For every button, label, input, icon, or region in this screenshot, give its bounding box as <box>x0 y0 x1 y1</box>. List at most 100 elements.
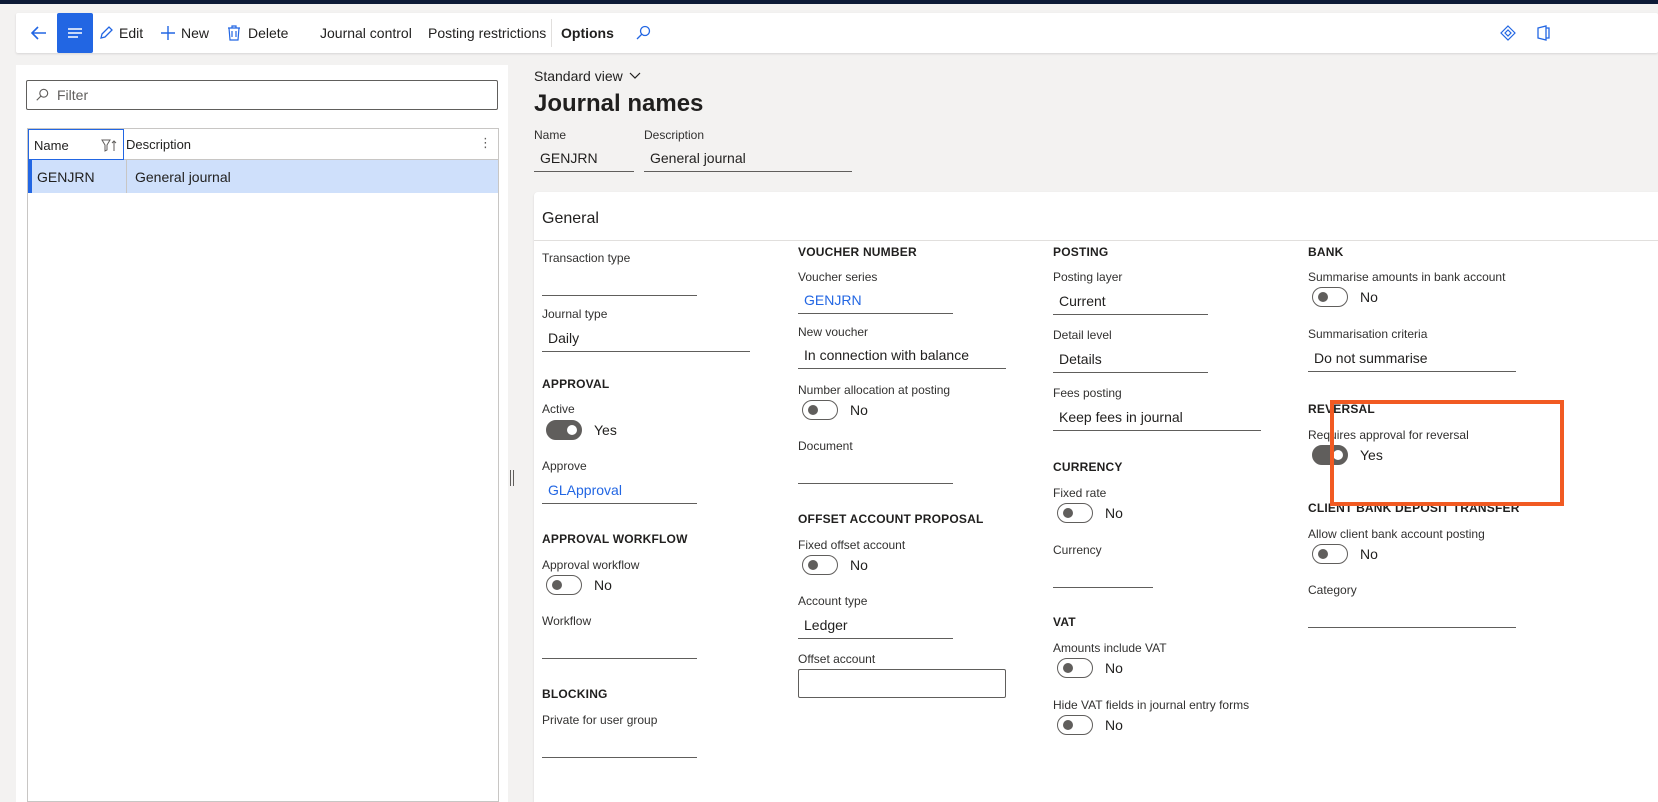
row-description: General journal <box>135 169 231 185</box>
action-pane: Edit New Delete Journal control Posting … <box>16 13 1658 53</box>
transaction-type-field[interactable] <box>542 270 697 296</box>
new-button[interactable]: New <box>160 13 209 53</box>
pane-splitter[interactable] <box>510 470 514 486</box>
options-label: Options <box>561 25 614 41</box>
list-view-button[interactable] <box>57 13 93 53</box>
posting-restrictions-button[interactable]: Posting restrictions <box>428 13 546 53</box>
trash-icon <box>228 25 240 41</box>
posting-layer-field[interactable]: Current <box>1053 289 1208 315</box>
new-voucher-field[interactable]: In connection with balance <box>798 343 1006 369</box>
account-type-label: Account type <box>798 594 868 608</box>
detail-level-field[interactable]: Details <box>1053 347 1208 373</box>
summarise-toggle[interactable]: No <box>1312 287 1378 307</box>
action-divider <box>551 19 552 47</box>
private-field[interactable] <box>542 732 697 758</box>
back-arrow-icon <box>30 26 46 40</box>
amounts-vat-toggle[interactable]: No <box>1057 658 1123 678</box>
office-button[interactable] <box>1536 13 1550 53</box>
hide-vat-toggle[interactable]: No <box>1057 715 1123 735</box>
voucher-series-label: Voucher series <box>798 270 878 284</box>
approval-header: APPROVAL <box>542 377 610 391</box>
office-icon <box>1537 25 1550 41</box>
filter-input[interactable]: Filter <box>26 80 498 110</box>
approve-label: Approve <box>542 459 587 473</box>
currency-header: CURRENCY <box>1053 460 1123 474</box>
search-icon <box>636 25 651 40</box>
column-header-name[interactable]: Name <box>28 129 124 160</box>
toggle-value: No <box>1105 660 1123 676</box>
name-field[interactable]: GENJRN <box>534 146 634 172</box>
fees-posting-label: Fees posting <box>1053 386 1122 400</box>
new-voucher-label: New voucher <box>798 325 869 339</box>
currency-field[interactable] <box>1053 562 1153 588</box>
toggle-switch[interactable] <box>802 400 838 420</box>
approval-workflow-toggle[interactable]: No <box>546 575 612 595</box>
detail-level-label: Detail level <box>1053 328 1112 342</box>
options-tab[interactable]: Options <box>561 13 614 53</box>
description-field[interactable]: General journal <box>644 146 852 172</box>
amounts-vat-label: Amounts include VAT <box>1053 641 1167 655</box>
toggle-value: No <box>594 577 612 593</box>
plus-icon <box>161 26 175 40</box>
fees-posting-field[interactable]: Keep fees in journal <box>1053 405 1261 431</box>
blocking-header: BLOCKING <box>542 687 608 701</box>
toggle-value: No <box>1360 546 1378 562</box>
edit-button[interactable]: Edit <box>98 13 143 53</box>
approve-field[interactable]: GLApproval <box>542 478 697 504</box>
column-name-label: Name <box>34 138 69 153</box>
offset-account-label: Offset account <box>798 652 876 666</box>
summarisation-criteria-field[interactable]: Do not summarise <box>1308 346 1516 372</box>
delete-button[interactable]: Delete <box>226 13 288 53</box>
chevron-down-icon <box>629 72 641 79</box>
document-label: Document <box>798 439 853 453</box>
category-field[interactable] <box>1308 602 1516 628</box>
private-label: Private for user group <box>542 713 658 727</box>
workflow-field[interactable] <box>542 633 697 659</box>
list-pane: Filter Name Description ⋮ GENJRN General… <box>16 65 508 802</box>
active-label: Active <box>542 402 575 416</box>
fixed-rate-toggle[interactable]: No <box>1057 503 1123 523</box>
transaction-type-label: Transaction type <box>542 251 631 265</box>
diamond-icon <box>1500 25 1516 41</box>
filter-sort-icon[interactable] <box>101 139 117 153</box>
pencil-icon <box>100 26 113 39</box>
back-button[interactable] <box>24 13 54 53</box>
summarise-label: Summarise amounts in bank account <box>1308 270 1506 284</box>
active-toggle[interactable]: Yes <box>546 420 617 440</box>
journal-control-button[interactable]: Journal control <box>320 13 412 53</box>
more-options-icon[interactable]: ⋮ <box>479 135 492 151</box>
voucher-series-field[interactable]: GENJRN <box>798 288 953 314</box>
journal-grid: Name Description ⋮ GENJRN General journa… <box>27 128 499 802</box>
toggle-switch[interactable] <box>1057 503 1093 523</box>
toggle-switch[interactable] <box>802 555 838 575</box>
offset-account-field[interactable] <box>798 669 1006 698</box>
toggle-switch[interactable] <box>1057 715 1093 735</box>
toggle-switch[interactable] <box>546 575 582 595</box>
number-allocation-toggle[interactable]: No <box>802 400 868 420</box>
general-title[interactable]: General <box>542 210 599 228</box>
column-header-description[interactable]: Description <box>126 137 191 152</box>
reversal-highlight-box <box>1330 400 1564 506</box>
table-row[interactable]: GENJRN General journal <box>28 160 498 193</box>
vat-header: VAT <box>1053 615 1076 629</box>
toggle-switch[interactable] <box>1312 287 1348 307</box>
account-type-field[interactable]: Ledger <box>798 613 953 639</box>
toggle-switch[interactable] <box>546 420 582 440</box>
toggle-switch[interactable] <box>1312 544 1348 564</box>
power-apps-button[interactable] <box>1500 13 1516 53</box>
hide-vat-label: Hide VAT fields in journal entry forms <box>1053 698 1250 712</box>
filter-placeholder: Filter <box>57 87 89 103</box>
summarisation-criteria-label: Summarisation criteria <box>1308 327 1428 341</box>
fixed-offset-toggle[interactable]: No <box>802 555 868 575</box>
view-selector[interactable]: Standard view <box>534 68 641 84</box>
toggle-switch[interactable] <box>1057 658 1093 678</box>
journal-type-field[interactable]: Daily <box>542 326 750 352</box>
search-button[interactable] <box>635 13 651 53</box>
journal-type-label: Journal type <box>542 307 608 321</box>
client-bank-toggle[interactable]: No <box>1312 544 1378 564</box>
toggle-value: No <box>850 402 868 418</box>
row-name: GENJRN <box>37 169 95 185</box>
toggle-value: No <box>1360 289 1378 305</box>
description-label: Description <box>644 128 705 142</box>
document-field[interactable] <box>798 458 953 484</box>
